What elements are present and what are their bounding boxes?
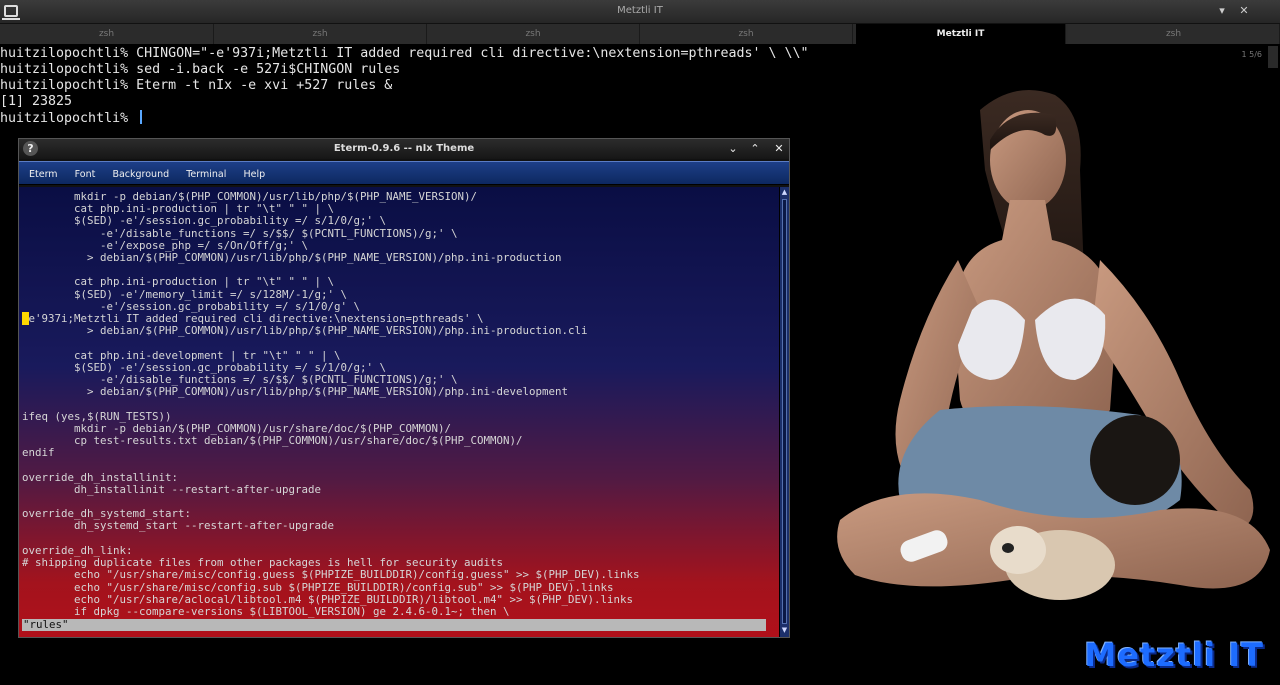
eterm-shade-button[interactable]: ⌄ bbox=[725, 141, 741, 157]
tab-metztli-it[interactable]: Metztli IT bbox=[856, 24, 1066, 44]
editor-line-text: e'937i;Metztli IT added required cli dir… bbox=[28, 312, 484, 326]
editor-line: dh_installinit --restart-after-upgrade bbox=[22, 482, 322, 496]
scrollbar-thumb[interactable] bbox=[782, 199, 787, 624]
menu-help[interactable]: Help bbox=[237, 163, 271, 180]
editor-line: dh_systemd_start --restart-after-upgrade bbox=[22, 519, 335, 533]
editor-status-line: "rules" bbox=[22, 619, 766, 631]
editor-line: $(SED) -e'/session.gc_probability =/ s/1… bbox=[22, 214, 387, 228]
editor-text[interactable]: mkdir -p debian/$(PHP_COMMON)/usr/lib/ph… bbox=[22, 190, 640, 618]
scroll-indicator: 1 5/6 bbox=[1241, 50, 1262, 59]
terminal-line: huitzilopochtli% CHINGON="-e'937i;Metztl… bbox=[0, 46, 809, 61]
eterm-title: Eterm-0.9.6 -- nIx Theme bbox=[333, 143, 475, 154]
editor-line: $(SED) -e'/memory_limit =/ s/128M/-1/g;'… bbox=[22, 287, 348, 301]
eterm-editor-screen[interactable]: mkdir -p debian/$(PHP_COMMON)/usr/lib/ph… bbox=[19, 187, 779, 637]
editor-line: if dpkg --compare-versions $(LIBTOOL_VER… bbox=[22, 604, 510, 618]
scroll-up-arrow-icon[interactable]: ▲ bbox=[780, 188, 789, 197]
editor-line: endif bbox=[22, 446, 55, 460]
eterm-maximize-button[interactable]: ⌃ bbox=[747, 141, 763, 157]
eterm-titlebar[interactable]: ? Eterm-0.9.6 -- nIx Theme ⌄ ⌃ ✕ bbox=[19, 139, 789, 159]
eterm-window[interactable]: ? Eterm-0.9.6 -- nIx Theme ⌄ ⌃ ✕ Eterm F… bbox=[18, 138, 790, 638]
eterm-close-button[interactable]: ✕ bbox=[771, 141, 787, 157]
editor-line: -e'/disable_functions =/ s/$$/ $(PCNTL_F… bbox=[22, 226, 458, 240]
eterm-scrollbar[interactable]: ▲ ▼ bbox=[779, 187, 789, 637]
tab-zsh-3[interactable]: zsh bbox=[427, 24, 640, 44]
tab-bar: zsh zsh zsh zsh Metztli IT zsh bbox=[0, 24, 1280, 44]
editor-line: > debian/$(PHP_COMMON)/usr/lib/php/$(PHP… bbox=[22, 251, 562, 265]
brand-logo-text: Metztli IT bbox=[1084, 636, 1264, 674]
terminal-prompt: huitzilopochtli% bbox=[0, 111, 137, 126]
menu-background[interactable]: Background bbox=[106, 163, 175, 180]
tab-zsh-5[interactable]: zsh bbox=[1068, 24, 1280, 44]
window-title: Metztli IT bbox=[617, 5, 663, 16]
scroll-down-arrow-icon[interactable]: ▼ bbox=[780, 626, 789, 635]
wallpaper-figure-image bbox=[837, 90, 1270, 600]
window-titlebar: Metztli IT ▾ ✕ bbox=[0, 0, 1280, 24]
tab-zsh-1[interactable]: zsh bbox=[0, 24, 214, 44]
minimize-button[interactable]: ▾ bbox=[1214, 3, 1230, 19]
editor-line: > debian/$(PHP_COMMON)/usr/lib/php/$(PHP… bbox=[22, 324, 588, 338]
menu-terminal[interactable]: Terminal bbox=[180, 163, 232, 180]
editor-line: cat php.ini-production | tr "\t" " " | \ bbox=[22, 275, 335, 289]
editor-line: cat php.ini-development | tr "\t" " " | … bbox=[22, 348, 341, 362]
terminal-prompt-line: huitzilopochtli% bbox=[0, 110, 860, 127]
close-button[interactable]: ✕ bbox=[1236, 3, 1252, 19]
terminal-line: huitzilopochtli% sed -i.back -e 527i$CHI… bbox=[0, 62, 401, 77]
eterm-menubar: Eterm Font Background Terminal Help bbox=[19, 161, 789, 185]
terminal-line: [1] 23825 bbox=[0, 94, 73, 109]
tab-zsh-4[interactable]: zsh bbox=[640, 24, 853, 44]
editor-line: echo "/usr/share/misc/config.guess $(PHP… bbox=[22, 568, 640, 582]
terminal-scrollbar[interactable] bbox=[1268, 46, 1278, 68]
editor-line: cp test-results.txt debian/$(PHP_COMMON)… bbox=[22, 434, 523, 448]
terminal-cursor bbox=[140, 110, 143, 124]
menu-font[interactable]: Font bbox=[69, 163, 102, 180]
editor-line: > debian/$(PHP_COMMON)/usr/lib/php/$(PHP… bbox=[22, 385, 569, 399]
terminal-line: huitzilopochtli% Eterm -t nIx -e xvi +52… bbox=[0, 78, 393, 93]
menu-eterm[interactable]: Eterm bbox=[23, 163, 64, 180]
editor-line: echo "/usr/share/misc/config.sub $(PHPIZ… bbox=[22, 580, 614, 594]
tab-zsh-2[interactable]: zsh bbox=[214, 24, 427, 44]
terminal-output[interactable]: huitzilopochtli% CHINGON="-e'937i;Metztl… bbox=[0, 46, 860, 127]
